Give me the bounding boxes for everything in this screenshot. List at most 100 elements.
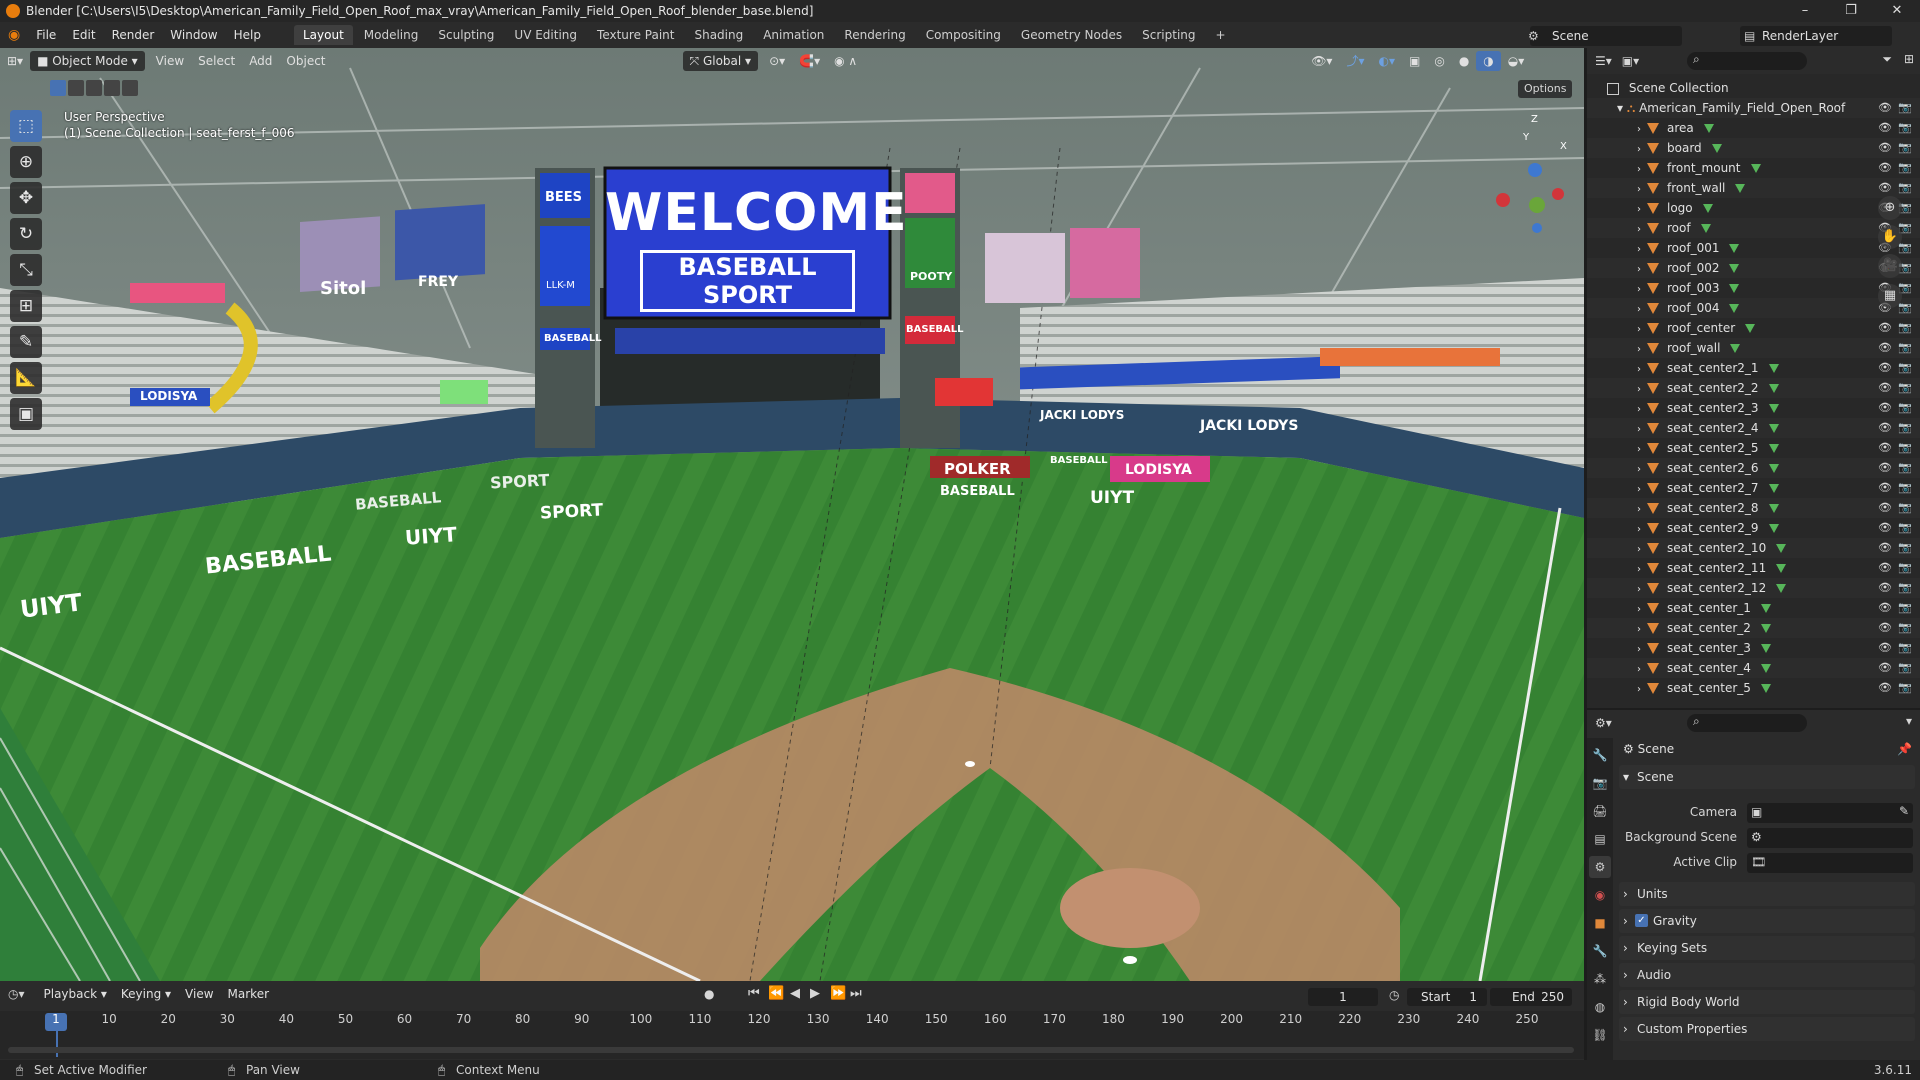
visibility-eye-icon[interactable]: 👁: [1878, 122, 1892, 134]
camera-view-icon[interactable]: 🎥: [1878, 254, 1902, 278]
jump-end-icon[interactable]: ⏭: [850, 986, 862, 1001]
physics-tab-icon[interactable]: ◍: [1589, 996, 1611, 1018]
visibility-eye-icon[interactable]: 👁: [1878, 502, 1892, 514]
render-camera-icon[interactable]: 📷: [1898, 422, 1912, 434]
visibility-eye-icon[interactable]: 👁: [1878, 482, 1892, 494]
viewport-menu-view[interactable]: View: [149, 51, 191, 71]
gravity-checkbox[interactable]: ✓: [1635, 914, 1648, 927]
tab-texture-paint[interactable]: Texture Paint: [588, 25, 683, 45]
outliner-object-row[interactable]: ›roof_001👁📷: [1587, 238, 1920, 258]
proportional-editing-icon[interactable]: ◉ ∧: [827, 51, 864, 71]
mesh-data-icon[interactable]: [1750, 164, 1761, 173]
mesh-data-icon[interactable]: [1729, 264, 1740, 273]
render-camera-icon[interactable]: 📷: [1898, 322, 1912, 334]
render-camera-icon[interactable]: 📷: [1898, 102, 1912, 114]
tab-compositing[interactable]: Compositing: [917, 25, 1010, 45]
preview-range-icon[interactable]: ◷: [1389, 988, 1399, 1002]
start-frame-field[interactable]: Start 1: [1407, 988, 1487, 1006]
new-collection-icon[interactable]: ⊞: [1904, 52, 1914, 66]
gizmo-y-axis[interactable]: Y: [1523, 132, 1529, 143]
visibility-eye-icon[interactable]: 👁: [1878, 402, 1892, 414]
jump-keyframe-back-icon[interactable]: ⏪: [768, 986, 784, 1001]
visibility-eye-icon[interactable]: 👁: [1878, 442, 1892, 454]
visibility-eye-icon[interactable]: 👁: [1878, 142, 1892, 154]
filter-icon[interactable]: ⏷: [1882, 52, 1892, 67]
expand-chevron-icon[interactable]: ›: [1637, 544, 1641, 555]
expand-chevron-icon[interactable]: ›: [1637, 164, 1641, 175]
outliner-object-row[interactable]: › front_mount 👁 📷: [1587, 158, 1920, 178]
expand-chevron-icon[interactable]: ›: [1637, 504, 1641, 515]
visibility-eye-icon[interactable]: 👁: [1878, 362, 1892, 374]
jump-keyframe-forward-icon[interactable]: ⏩: [830, 986, 846, 1001]
collapse-chevron-icon[interactable]: ▾: [1617, 101, 1627, 115]
rigid-body-panel-header[interactable]: › Rigid Body World: [1619, 990, 1915, 1014]
mesh-data-icon[interactable]: [1768, 424, 1779, 433]
custom-properties-panel-header[interactable]: › Custom Properties: [1619, 1017, 1915, 1041]
render-tab-icon[interactable]: 📷: [1589, 772, 1611, 794]
expand-chevron-icon[interactable]: ›: [1637, 524, 1641, 535]
expand-chevron-icon[interactable]: ›: [1637, 364, 1641, 375]
current-frame-field[interactable]: 1: [1308, 988, 1378, 1006]
select-box-tool-icon[interactable]: ⬚: [10, 110, 42, 142]
outliner-object-row[interactable]: › seat_center2_7 👁 📷: [1587, 478, 1920, 498]
mesh-data-icon[interactable]: [1768, 404, 1779, 413]
transform-orientation-dropdown[interactable]: ⤧ Global ▾: [682, 51, 759, 71]
expand-chevron-icon[interactable]: ›: [1637, 564, 1641, 575]
visibility-eye-icon[interactable]: 👁: [1878, 182, 1892, 194]
expand-chevron-icon[interactable]: ›: [1637, 264, 1641, 275]
expand-chevron-icon[interactable]: ›: [1637, 624, 1641, 635]
render-camera-icon[interactable]: 📷: [1898, 182, 1912, 194]
jump-start-icon[interactable]: ⏮: [748, 986, 760, 1001]
tab-sculpting[interactable]: Sculpting: [429, 25, 503, 45]
render-camera-icon[interactable]: 📷: [1898, 462, 1912, 474]
tab-rendering[interactable]: Rendering: [835, 25, 914, 45]
mesh-data-icon[interactable]: [1768, 464, 1779, 473]
scene-tab-icon[interactable]: ⚙: [1589, 856, 1611, 878]
mode-dropdown[interactable]: ■ Object Mode ▾: [30, 51, 145, 71]
render-camera-icon[interactable]: 📷: [1898, 582, 1912, 594]
mesh-data-icon[interactable]: [1776, 544, 1787, 553]
outliner-object-row[interactable]: › seat_center2_6 👁 📷: [1587, 458, 1920, 478]
select-intersect-icon[interactable]: [122, 80, 138, 96]
outliner-object-row[interactable]: › seat_center2_5 👁 📷: [1587, 438, 1920, 458]
mesh-data-icon[interactable]: [1768, 524, 1779, 533]
maximize-button[interactable]: ❐: [1828, 0, 1874, 22]
outliner-object-row[interactable]: › area 👁 📷: [1587, 118, 1920, 138]
3d-viewport[interactable]: WELCOME BASEBALL SPORT BEES LLK-M BASEBA…: [0, 48, 1584, 981]
render-camera-icon[interactable]: 📷: [1898, 622, 1912, 634]
output-tab-icon[interactable]: 🖨: [1589, 800, 1611, 822]
mesh-data-icon[interactable]: [1760, 684, 1771, 693]
outliner-object-row[interactable]: › seat_center2_12 👁 📷: [1587, 578, 1920, 598]
visibility-eye-icon[interactable]: 👁: [1878, 522, 1892, 534]
minimize-button[interactable]: –: [1782, 0, 1828, 22]
shading-wireframe-icon[interactable]: ◎: [1427, 51, 1451, 71]
render-camera-icon[interactable]: 📷: [1898, 122, 1912, 134]
display-mode-icon[interactable]: ▣▾: [1622, 54, 1639, 68]
keying-sets-panel-header[interactable]: › Keying Sets: [1619, 936, 1915, 960]
outliner-object-row[interactable]: › seat_center_2 👁 📷: [1587, 618, 1920, 638]
view-layer-selector[interactable]: ▤ RenderLayer: [1740, 26, 1892, 46]
outliner-object-row[interactable]: › roof_wall 👁 📷: [1587, 338, 1920, 358]
visibility-eye-icon[interactable]: 👁: [1878, 622, 1892, 634]
expand-chevron-icon[interactable]: ›: [1637, 304, 1641, 315]
mesh-data-icon[interactable]: [1776, 564, 1787, 573]
visibility-eye-icon[interactable]: 👁: [1878, 462, 1892, 474]
active-clip-field[interactable]: 🎞: [1747, 853, 1913, 873]
timeline-editor-icon[interactable]: ◷▾: [8, 987, 25, 1001]
outliner-object-row[interactable]: › seat_center_4 👁 📷: [1587, 658, 1920, 678]
rotate-tool-icon[interactable]: ↻: [10, 218, 42, 250]
menu-window[interactable]: Window: [162, 28, 225, 42]
measure-tool-icon[interactable]: 📐: [10, 362, 42, 394]
overlay-toggle-icon[interactable]: ◐▾: [1371, 51, 1402, 71]
render-camera-icon[interactable]: 📷: [1898, 162, 1912, 174]
mesh-data-icon[interactable]: [1768, 444, 1779, 453]
timeline-menu-view[interactable]: View: [178, 984, 220, 1004]
move-tool-icon[interactable]: ✥: [10, 182, 42, 214]
mesh-data-icon[interactable]: [1729, 244, 1740, 253]
timeline-menu-keying[interactable]: Keying ▾: [114, 984, 178, 1004]
mesh-data-icon[interactable]: [1730, 344, 1741, 353]
zoom-icon[interactable]: ⊕: [1878, 196, 1902, 220]
expand-chevron-icon[interactable]: ›: [1637, 484, 1641, 495]
render-camera-icon[interactable]: 📷: [1898, 682, 1912, 694]
ortho-grid-icon[interactable]: ▦: [1878, 284, 1902, 308]
